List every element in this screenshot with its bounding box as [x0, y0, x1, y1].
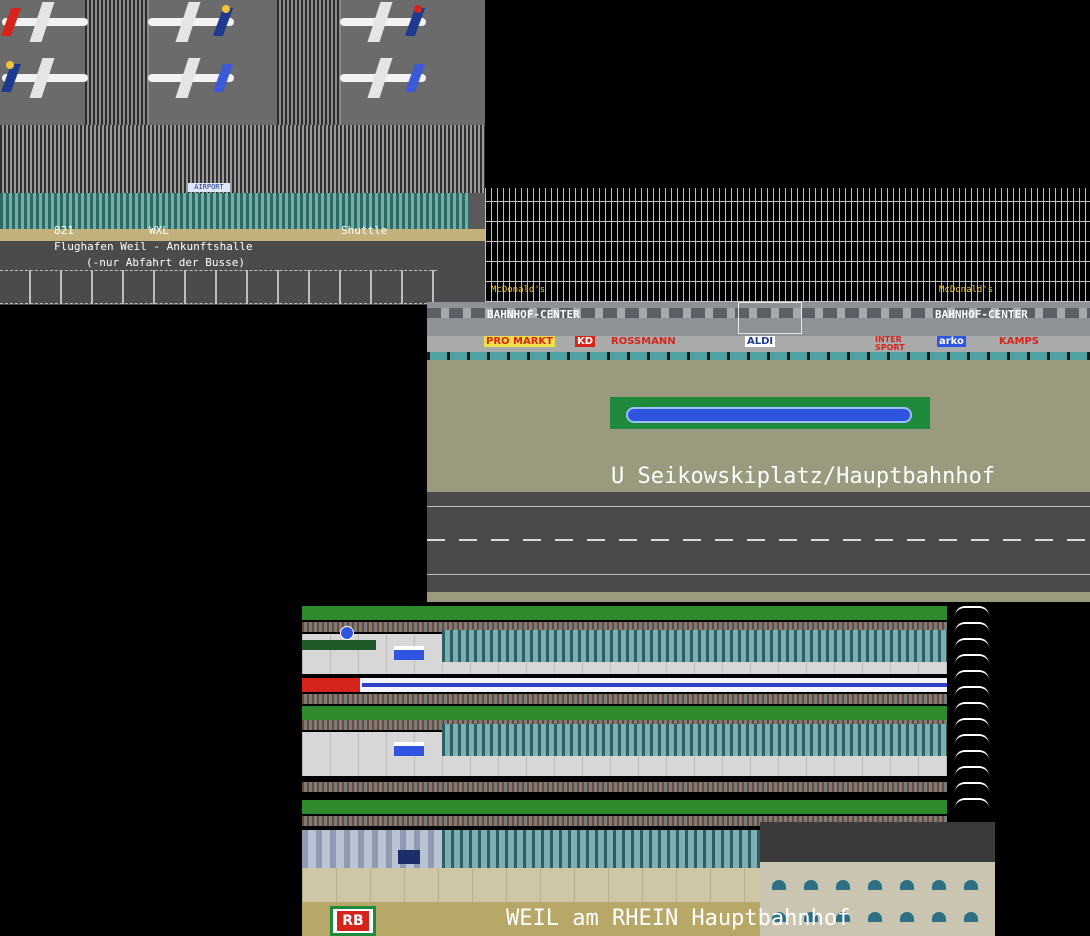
airport-sign: AIRPORT: [188, 183, 230, 192]
hedge: [302, 640, 376, 650]
shop-sign[interactable]: KAMPS: [999, 336, 1039, 348]
sidewalk: [427, 592, 1090, 602]
center-name: BAHNHOF-CENTER: [935, 308, 1028, 321]
parking-lot: [0, 270, 437, 304]
station-glass-roof: McDonald's McDonald's: [485, 188, 1090, 302]
terminal-roof: [0, 125, 485, 193]
info-icon[interactable]: [340, 626, 354, 640]
railway-station-area[interactable]: RB WEIL am RHEIN Hauptbahnhof: [302, 602, 995, 936]
lane-marking: [427, 539, 1090, 541]
airplane[interactable]: [340, 56, 426, 100]
mcdonalds-sign: McDonald's: [939, 285, 994, 295]
bus-stop-label: 821: [54, 224, 74, 237]
platform-shelter: [442, 630, 947, 662]
jetbridge: [85, 0, 149, 125]
rail-track: [302, 694, 947, 704]
arrival-hall-note: (-nur Abfahrt der Busse): [86, 256, 245, 269]
locomotive[interactable]: [302, 678, 360, 692]
shop-canopy: [427, 352, 1090, 360]
fountain-pool: [626, 407, 912, 423]
mcdonalds-sign: McDonald's: [491, 285, 546, 295]
selection-cursor[interactable]: [738, 302, 802, 334]
shop-sign[interactable]: KD: [575, 336, 596, 348]
shop-sign[interactable]: ROSSMANN: [611, 336, 676, 348]
street: [427, 492, 1090, 592]
train-stripe: [362, 683, 947, 687]
airplane[interactable]: [340, 0, 426, 44]
center-name: BAHNHOF-CENTER: [487, 308, 580, 321]
airport-area[interactable]: AIRPORT 821 WXL Shuttle Flughafen Weil -…: [0, 0, 485, 305]
platform-shelter: [442, 724, 947, 756]
shop-sign[interactable]: INTER SPORT: [875, 336, 915, 352]
arrival-hall-name: Flughafen Weil - Ankunftshalle: [54, 240, 253, 253]
rail-track: [302, 782, 947, 792]
bench: [394, 742, 424, 756]
lower-hall-glass: [442, 830, 760, 868]
bench: [394, 646, 424, 660]
rb-logo: RB: [330, 906, 376, 936]
airplane[interactable]: [148, 56, 234, 100]
bahnhof-center-area[interactable]: BAHNHOF-CENTER BAHNHOF-CENTER PRO MARKT …: [427, 302, 1090, 602]
airplane[interactable]: [0, 0, 88, 44]
station-roof: [760, 822, 995, 862]
subway-stop-name: U Seikowskiplatz/Hauptbahnhof: [611, 464, 996, 489]
station-name: WEIL am RHEIN Hauptbahnhof: [506, 906, 851, 931]
grass-strip: [302, 800, 947, 814]
bench: [398, 850, 420, 864]
shop-sign[interactable]: arko: [937, 336, 966, 348]
bus-stop-label: WXL: [149, 224, 169, 237]
grass-strip: [302, 606, 947, 620]
airplane[interactable]: [148, 0, 234, 44]
grass-strip: [302, 706, 947, 720]
bus-stop-label: Shuttle: [341, 224, 388, 237]
train[interactable]: [302, 678, 947, 692]
side-stairwell: [947, 602, 995, 822]
jetbridge: [277, 0, 341, 125]
fountain[interactable]: [610, 397, 930, 429]
shop-sign[interactable]: ALDI: [745, 336, 776, 348]
station-walkway: [302, 868, 760, 902]
airplane[interactable]: [0, 56, 88, 100]
shop-sign[interactable]: PRO MARKT: [484, 336, 555, 348]
